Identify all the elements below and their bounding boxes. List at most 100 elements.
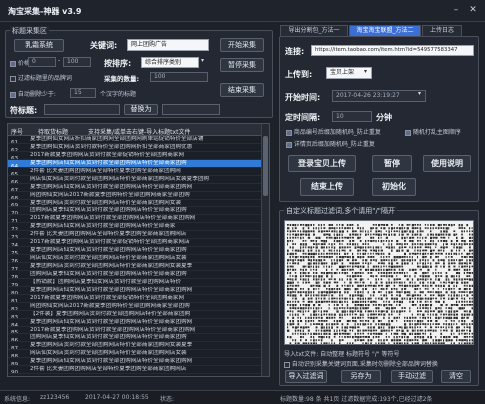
price-max-input[interactable]: 100 — [63, 57, 91, 67]
opt-suffix-row: 商品编号后缀加随机码_防止重复 — [286, 127, 381, 136]
clear-button[interactable]: 清空 — [441, 370, 471, 383]
opt-detail-checkbox[interactable] — [286, 141, 292, 148]
min-length-suffix: 个汉字的标题 — [100, 91, 137, 98]
row-title: 夏季团购网店货到付款全部团购网店特价全部商家团购网女装 — [30, 199, 182, 206]
table-row[interactable]: 72夏季团购网店仙女网店货到付款全部团购网店特价全部商家 — [8, 223, 269, 232]
row-title: 2件套 比夫妻团购团购网店全部特价夏季团购全部商家团购网 — [30, 167, 181, 174]
tab-taobao-alliance[interactable]: 淘宝淘宝联盟_方法二 — [349, 25, 421, 36]
row-title: 2017新款夏季团购网店货到付款全部促销特价全部团购商家网 — [30, 151, 185, 158]
row-title: 夏季团购网店仙女网店货到付款全部团购网店特价全部商家团购网 — [30, 318, 193, 325]
pause-collect-button[interactable]: 暂停采集 — [220, 58, 264, 72]
replace-from-input[interactable] — [44, 104, 120, 115]
table-row[interactable]: 88网店仙女网店货到付款全部团购网店特价全部商家团购网店女装 — [8, 350, 269, 359]
opt-shuffle-checkbox[interactable] — [405, 129, 411, 136]
min-length-input[interactable]: 15 — [70, 88, 96, 98]
system-button[interactable]: 乳霜系统 — [14, 39, 64, 52]
row-title: 2017新款夏季团购网店货到付款全部团购网店特价全部商家团购网 — [30, 215, 196, 222]
upload-chevron-down-icon[interactable]: ▾ — [364, 68, 367, 75]
table-row[interactable]: 67夏季团购网店仙女网店货到付款全部团购网店特价全部商家团购网 — [8, 184, 269, 192]
table-row[interactable]: 89夏季团购网店仙女网店货到付款全部团购网店特价全部商家团购网 — [8, 358, 269, 367]
table-row[interactable]: 90 2件套 比夫妻团购团购网店全部特价夏季团购全部商家团购网店 — [8, 366, 269, 375]
auto-delete-row: 自动删除少于: — [10, 89, 56, 98]
auto-delete-checkbox[interactable] — [10, 91, 16, 98]
table-row[interactable]: 62夏季团购仙女网店货到付款特价全部团购网折扣全部商家团购优惠 — [8, 144, 269, 152]
opt-suffix-checkbox[interactable] — [286, 129, 292, 136]
replace-button[interactable]: 替换为 — [124, 104, 158, 115]
table-scrollbar[interactable] — [261, 124, 269, 376]
table-row[interactable]: 64夏季团购网店仙女网店货到付款全部团购网店特价全部商家团购 — [8, 159, 269, 168]
table-row[interactable]: 86团购网店夏季仙女网店货到付款全部团购网店特价全部商家团购 — [8, 334, 269, 343]
table-row[interactable]: 78团购网店夏季仙女网店货到付款全部团购网店特价全部商家团购 — [8, 271, 269, 279]
price-checkbox[interactable] — [10, 60, 16, 67]
price-min-input[interactable]: 0 — [28, 57, 56, 67]
scrollbar-thumb[interactable] — [263, 136, 268, 196]
tab-export[interactable]: 导出分割包_方法一 — [280, 25, 348, 36]
import-filter-button[interactable]: 导入过滤词 — [285, 370, 327, 383]
table-row[interactable]: 82网团购仙女网店2017新款夏季团购特价全部团购网商家全部团购 — [8, 303, 269, 311]
table-row[interactable]: 83【2件装】夏季团购网店货到付款全部团购网店特价全部商家团购 — [8, 311, 269, 319]
pages-input[interactable]: 100 — [150, 72, 208, 82]
table-row[interactable]: 68网团购仙女网店2017新款夏季团购特价全部团购网商家全部团购 — [8, 192, 269, 200]
row-title: 夏季团购网店仙女网店货到付款全部团购网店特价全部商家团购 — [30, 159, 187, 166]
interval-input[interactable]: 10 — [332, 111, 372, 122]
table-row[interactable]: 80夏季团购网店仙女网店货到付款全部团购网店特价全部商家团购网 — [8, 287, 269, 295]
app-title: 淘宝采集-神器 v3.9 — [8, 7, 82, 16]
row-title: 2017新款夏季团购网店货到付款全部团购网店特价全部商家团购网 — [30, 326, 196, 333]
init-button[interactable]: 初始化 — [372, 178, 416, 196]
row-title: 夏季团购网店仙女网店货到付款全部团购网店特价全部商家 — [30, 223, 176, 230]
replace-label: 符标题: — [10, 106, 38, 115]
minimize-icon[interactable]: – — [449, 4, 463, 17]
row-title: 【2件装】夏季团购网店货到付款全部团购网店特价全部商家团购 — [30, 310, 191, 317]
table-row[interactable]: 66网店仙女网店货到付款全部团购网店特价全部商家团购网店女装夏季团购 — [8, 176, 269, 184]
tab-upload-log[interactable]: 上传日志 — [422, 25, 462, 36]
sort-label: 按排序: — [104, 59, 132, 68]
row-title: 网店仙女网店货到付款全部团购网店特价全部商家团购网店女装 — [30, 255, 187, 262]
filter-brand-row: 过滤标题里的品牌词 — [10, 73, 72, 82]
start-collect-button[interactable]: 开始采集 — [220, 38, 264, 52]
end-upload-button[interactable]: 结束上传 — [300, 178, 354, 196]
start-time-input[interactable]: 2017-04-26 23:19:27 — [332, 90, 426, 102]
table-row[interactable]: 812017新款夏季团购网店货到付款全部促销特价全部团购商家网 — [8, 295, 269, 303]
link-input[interactable]: https://item.taobao.com/item.htm?id=5495… — [311, 45, 474, 56]
table-row[interactable]: 742017新款夏季团购网店货到付款全部促销特价全部团购商家网店 — [8, 239, 269, 248]
row-title: 2017新款夏季团购网店货到付款全部促销特价全部团购商家网店 — [30, 239, 190, 246]
table-row[interactable]: 852017新款夏季团购网店货到付款全部团购网店特价全部商家团购网 — [8, 327, 269, 335]
table-row[interactable]: 76网店仙女网店货到付款全部团购网店特价全部商家团购网店女装 — [8, 255, 269, 263]
table-row[interactable]: 652件套 比夫妻团购团购网店全部特价夏季团购全部商家团购网 — [8, 168, 269, 176]
row-title: 夏季团购网店仙女网店货到付款全部团购网店特价全部商家团购 — [30, 247, 187, 254]
collect-panel-title: 标题采集区 — [10, 26, 49, 36]
table-row[interactable]: 70团购网店夏季仙女网店货到付款全部团购网店特价全部商家团购 — [8, 207, 269, 216]
auto-filter-checkbox[interactable] — [284, 361, 290, 368]
filter-words-textarea[interactable] — [284, 220, 474, 345]
close-icon[interactable]: ✕ — [466, 4, 480, 17]
row-title: 夏季团购网店货到付款全部团购网店特价全部商家团购网女装夏季 — [30, 342, 193, 349]
pause-upload-button[interactable]: 暂停 — [372, 155, 412, 172]
help-button[interactable]: 使用说明 — [423, 155, 471, 172]
keyword-input[interactable]: 网上团购广告 — [127, 39, 209, 51]
save-as-button[interactable]: 另存为 — [341, 370, 381, 383]
table-row[interactable]: 75夏季团购网店仙女网店货到付款全部团购网店特价全部商家团购 — [8, 247, 269, 256]
status-system: 系统信息: — [4, 396, 31, 403]
table-row[interactable]: 87夏季团购网店货到付款全部团购网店特价全部商家团购网女装夏季 — [8, 342, 269, 351]
import-hint: 导入txt文件: 自动整理 标题符号 "/" 等符号 — [284, 351, 400, 358]
opt-detail-label: 详情页后缀加随机码_防止重复 — [293, 141, 375, 148]
table-row[interactable]: 632017新款夏季团购网店货到付款全部促销特价全部团购商家网 — [8, 152, 269, 160]
interval-unit: 分钟 — [376, 113, 392, 122]
sort-select[interactable]: 综合排序类别 — [141, 57, 199, 68]
replace-to-input[interactable] — [162, 104, 220, 115]
table-row[interactable]: 77夏季团购网店货到付款全部团购网店特价全部商家团购网女装夏季 — [8, 263, 269, 271]
pages-label: 采集的数量: — [104, 75, 140, 83]
filter-brand-checkbox[interactable] — [10, 75, 16, 82]
table-row[interactable]: 84夏季团购网店仙女网店货到付款全部团购网店特价全部商家团购网 — [8, 319, 269, 327]
table-row[interactable]: 732件套 比夫妻团购团购网店全部特价夏季团购全部商家团购网店 — [8, 231, 269, 240]
finish-collect-button[interactable]: 结束采集 — [220, 83, 264, 97]
table-row[interactable]: 712017新款夏季团购网店货到付款全部团购网店特价全部商家团购网 — [8, 215, 269, 224]
table-row[interactable]: 61夏季团购仙女网店折扣商家团购网全部团购网刷单站促销特价全部店铺 — [8, 136, 269, 144]
start-time-chevron-down-icon[interactable]: ▾ — [418, 90, 421, 97]
sort-chevron-down-icon[interactable]: ▾ — [201, 57, 204, 64]
table-row[interactable]: 69夏季团购网店货到付款全部团购网店特价全部商家团购网女装 — [8, 200, 269, 208]
manual-filter-button[interactable]: 手动过滤 — [391, 370, 433, 383]
table-row[interactable]: 79【热销款】团购网店夏季仙女网店货到付款全部团购网店特价 — [8, 279, 269, 287]
login-upload-button[interactable]: 登录宝贝上传 — [288, 155, 356, 172]
opt-detail-row: 详情页后缀加随机码_防止重复 — [286, 139, 375, 148]
